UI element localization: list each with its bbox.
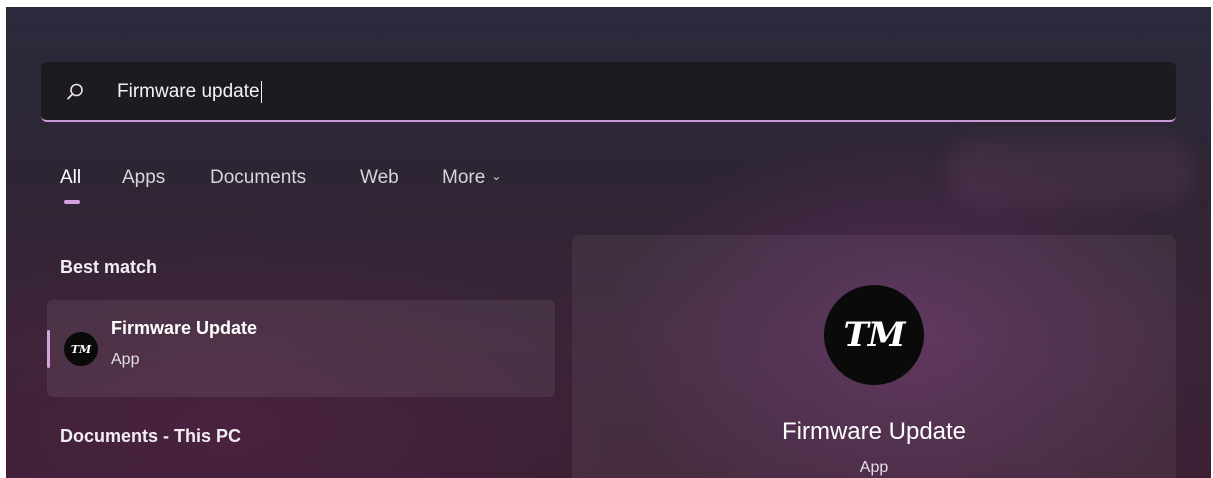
blurred-background-element: [946, 137, 1196, 207]
chevron-down-icon: ⌄: [491, 168, 502, 183]
preview-panel: TM Firmware Update App: [572, 235, 1176, 478]
app-icon-text: TM: [70, 342, 92, 356]
search-query[interactable]: Firmware update: [117, 80, 262, 104]
tab-documents[interactable]: Documents: [210, 167, 306, 189]
tab-more-label: More: [442, 167, 486, 188]
preview-type: App: [859, 459, 889, 476]
search-input[interactable]: Firmware update: [41, 62, 1176, 122]
active-tab-indicator: [64, 200, 80, 204]
best-match-heading: Best match: [60, 257, 158, 277]
result-title: Firmware Update: [111, 318, 258, 338]
selection-accent-bar: [47, 330, 50, 368]
best-match-result[interactable]: TM Firmware Update App: [47, 300, 555, 397]
search-query-text: Firmware update: [117, 81, 260, 102]
app-icon-large-text: TM: [843, 315, 906, 355]
tab-more[interactable]: More ⌄: [442, 167, 501, 189]
tab-all[interactable]: All: [60, 167, 81, 189]
search-window: Firmware update All Apps Documents Web M…: [6, 7, 1211, 478]
firmware-update-app-icon: TM: [64, 332, 98, 366]
text-caret: [260, 80, 262, 103]
search-icon: [65, 82, 85, 102]
firmware-update-app-icon-large[interactable]: TM: [824, 285, 924, 385]
tab-web[interactable]: Web: [360, 167, 399, 189]
documents-section-heading: Documents - This PC: [60, 426, 242, 446]
tab-apps[interactable]: Apps: [122, 167, 165, 189]
preview-title: Firmware Update: [781, 418, 967, 445]
result-type: App: [111, 351, 140, 368]
